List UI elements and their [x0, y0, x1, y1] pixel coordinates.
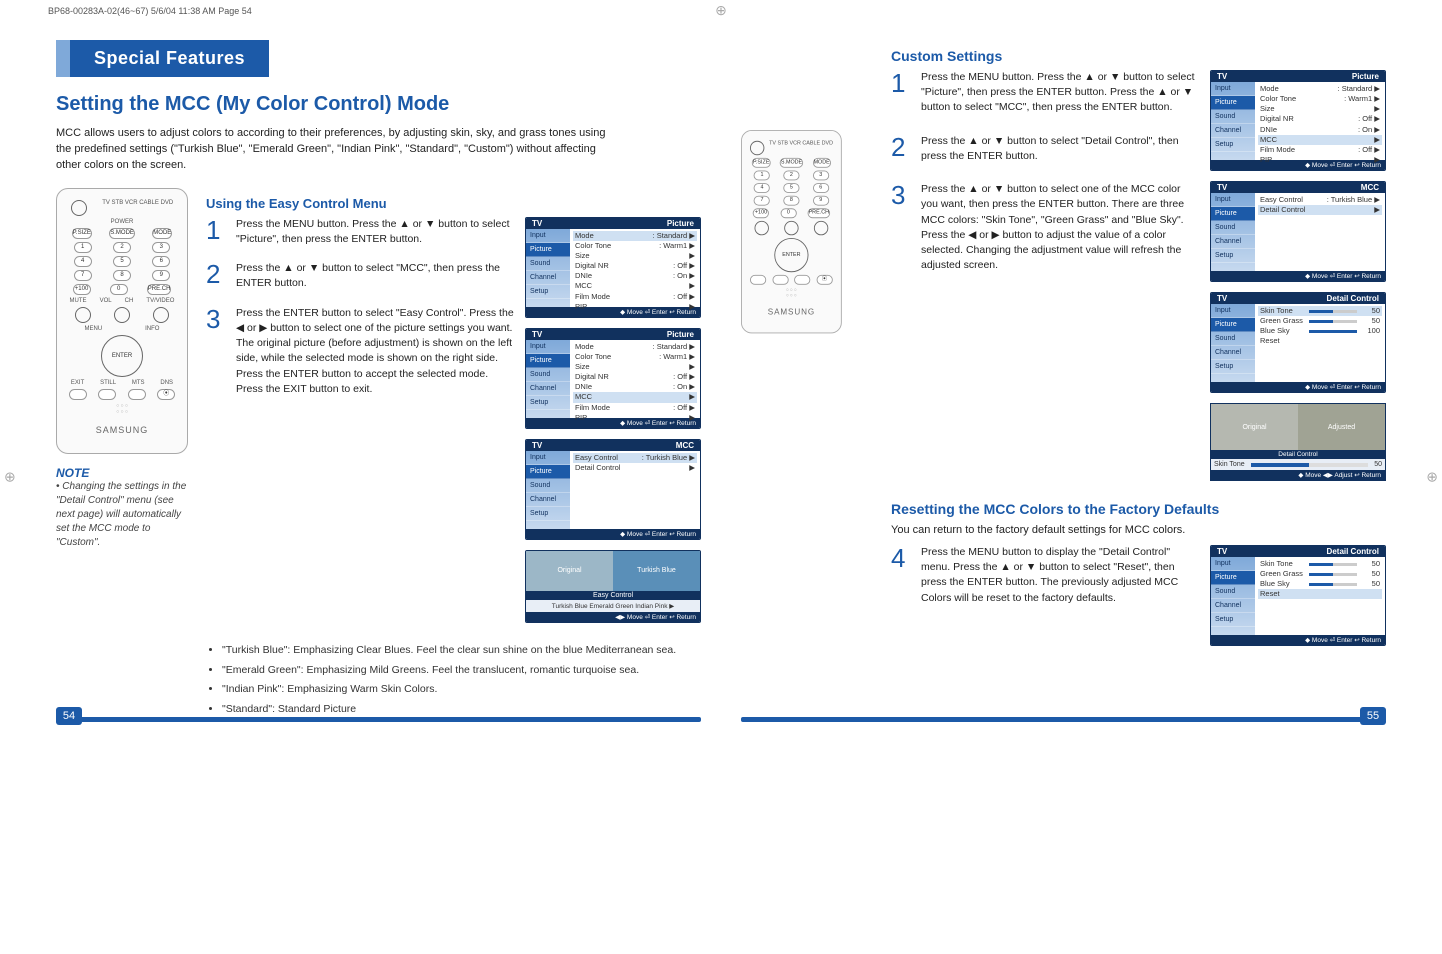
page-left: Special Features Setting the MCC (My Col… [56, 40, 701, 722]
easy-control-header: Using the Easy Control Menu [206, 196, 701, 211]
remote-control-figure: TV STB VCR CABLE DVD POWER P.SIZES.MODEM… [56, 188, 188, 454]
custom-settings-header: Custom Settings [891, 48, 1386, 64]
mute-icon [75, 307, 91, 323]
osd-picture-right: TVPicture InputPictureSoundChannelSetupM… [1210, 70, 1386, 171]
osd-mcc-right: TVMCC InputPictureSoundChannelSetupEasy … [1210, 181, 1386, 282]
osd-picture-mcc: TVPicture InputPictureSoundChannelSetup … [525, 328, 701, 429]
crop-mark-right: ⊕ [1426, 469, 1438, 486]
chapter-tab: Special Features [56, 40, 269, 77]
power-icon [71, 200, 87, 216]
mode-descriptions: "Turkish Blue": Emphasizing Clear Blues.… [206, 643, 701, 718]
page-right: TV STB VCR CABLE DVD P.SIZES.MODEMODE 12… [741, 40, 1386, 722]
remote-control-figure-2: TV STB VCR CABLE DVD P.SIZES.MODEMODE 12… [741, 130, 842, 333]
osd-sidebar: InputPictureSoundChannelSetup [526, 229, 570, 307]
remote-button: P.SIZE [72, 228, 92, 239]
note-body: • Changing the settings in the "Detail C… [56, 480, 188, 550]
osd-detail-reset: TVDetail Control InputPictureSoundChanne… [1210, 545, 1386, 646]
preview-easy-control: OriginalTurkish Blue Easy Control Turkis… [525, 550, 701, 623]
note-header: NOTE [56, 466, 188, 480]
preview-detail-control: OriginalAdjusted Detail Control Skin Ton… [1210, 403, 1386, 481]
step-number: 1 [206, 217, 226, 247]
samsung-logo: SAMSUNG [63, 425, 181, 435]
page-number-right: 55 [1360, 707, 1386, 725]
step-text: Press the MENU button. Press the ▲ or ▼ … [236, 217, 515, 247]
osd-detail-control: TVDetail Control InputPictureSoundChanne… [1210, 292, 1386, 393]
osd-picture: TVPicture InputPictureSoundChannelSetup … [525, 217, 701, 318]
page-number-left: 54 [56, 707, 82, 725]
crop-mark-left: ⊕ [4, 469, 16, 486]
footer-bar [741, 717, 1386, 722]
reset-header: Resetting the MCC Colors to the Factory … [891, 501, 1386, 517]
intro-text: MCC allows users to adjust colors to acc… [56, 126, 616, 174]
footer-bar [56, 717, 701, 722]
section-title: Setting the MCC (My Color Control) Mode [56, 93, 701, 116]
osd-mcc: TVMCC InputPictureSoundChannelSetup Easy… [525, 439, 701, 540]
nav-dpad: ENTER [101, 335, 143, 377]
page-marker: BP68-00283A-02(46~67) 5/6/04 11:38 AM Pa… [48, 6, 252, 16]
reset-intro: You can return to the factory default se… [891, 523, 1386, 539]
crop-mark-top: ⊕ [715, 2, 727, 19]
